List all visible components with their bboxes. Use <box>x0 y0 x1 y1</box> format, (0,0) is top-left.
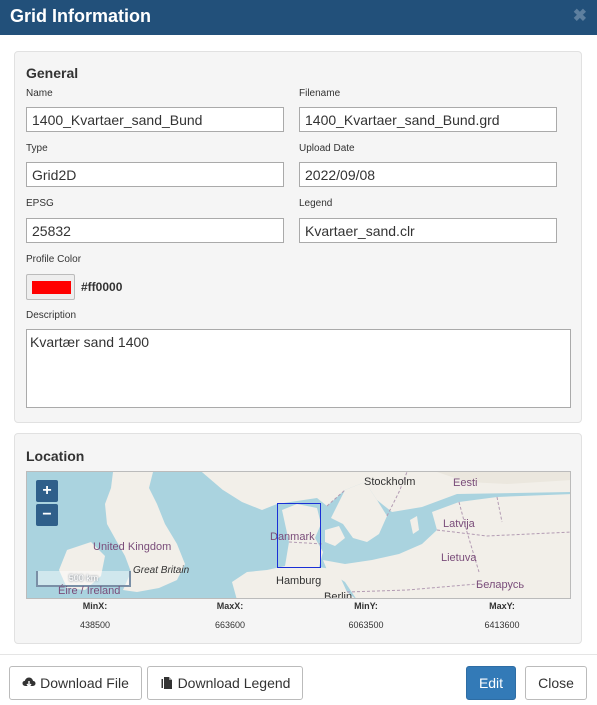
files-icon <box>160 676 174 690</box>
map-label-eire: Éire / Ireland <box>58 585 121 597</box>
download-legend-label: Download Legend <box>177 675 291 691</box>
legend-label: Legend <box>299 198 333 209</box>
dialog-title: Grid Information <box>10 6 151 26</box>
download-legend-button[interactable]: Download Legend <box>147 666 303 700</box>
minx-label: MinX: <box>82 601 108 611</box>
legend-field[interactable]: Kvartaer_sand.clr <box>299 218 557 243</box>
profile-color-label: Profile Color <box>26 254 82 265</box>
map-label-united-kingdom: United Kingdom <box>93 541 172 553</box>
general-panel: General Name 1400_Kvartaer_sand_Bund Fil… <box>14 51 582 423</box>
cloud-download-icon <box>22 676 36 690</box>
maxy-value: 6413600 <box>484 620 520 630</box>
upload-date-field[interactable]: 2022/09/08 <box>299 162 557 187</box>
map-label-eesti: Eesti <box>453 477 478 489</box>
location-panel: Location + − 500 km Stockholm Eesti Latv… <box>14 433 582 644</box>
filename-field[interactable]: 1400_Kvartaer_sand_Bund.grd <box>299 107 557 132</box>
location-map[interactable]: + − 500 km Stockholm Eesti Latvija Lietu… <box>26 471 571 599</box>
map-label-belarus: Беларусь <box>476 579 525 591</box>
general-heading: General <box>26 65 79 81</box>
close-button[interactable]: Close <box>525 666 587 700</box>
name-field[interactable]: 1400_Kvartaer_sand_Bund <box>26 107 284 132</box>
miny-label: MinY: <box>354 601 378 611</box>
zoom-out-button[interactable]: − <box>36 504 58 526</box>
type-label: Type <box>26 143 48 154</box>
filename-label: Filename <box>299 88 341 99</box>
profile-color-picker[interactable] <box>26 274 75 300</box>
map-label-lietuva: Lietuva <box>441 552 477 564</box>
download-file-button[interactable]: Download File <box>9 666 142 700</box>
map-label-stockholm: Stockholm <box>364 476 416 488</box>
maxx-label: MaxX: <box>216 601 244 611</box>
download-file-label: Download File <box>40 675 129 691</box>
miny-value: 6063500 <box>348 620 384 630</box>
name-label: Name <box>26 88 53 99</box>
description-label: Description <box>26 310 77 321</box>
location-heading: Location <box>26 448 85 464</box>
profile-color-fill <box>32 281 71 294</box>
minx-value: 438500 <box>79 620 111 630</box>
maxx-value: 663600 <box>214 620 246 630</box>
close-icon[interactable]: ✖ <box>573 7 587 24</box>
epsg-field[interactable]: 25832 <box>26 218 284 243</box>
profile-color-value: #ff0000 <box>81 280 123 294</box>
epsg-label: EPSG <box>26 198 54 209</box>
maxy-label: MaxY: <box>489 601 515 611</box>
map-label-latvija: Latvija <box>443 518 475 530</box>
grid-extent-rectangle <box>277 503 321 568</box>
description-textarea[interactable]: Kvartær sand 1400 <box>26 329 571 408</box>
type-field[interactable]: Grid2D <box>26 162 284 187</box>
map-label-great-britain: Great Britain <box>133 565 190 576</box>
map-label-hamburg: Hamburg <box>276 575 322 587</box>
upload-date-label: Upload Date <box>299 143 355 154</box>
map-label-berlin: Berlin <box>324 591 353 599</box>
dialog-titlebar: Grid Information ✖ <box>0 0 597 35</box>
footer-divider <box>0 654 597 655</box>
zoom-in-button[interactable]: + <box>36 480 58 502</box>
edit-button[interactable]: Edit <box>466 666 516 700</box>
